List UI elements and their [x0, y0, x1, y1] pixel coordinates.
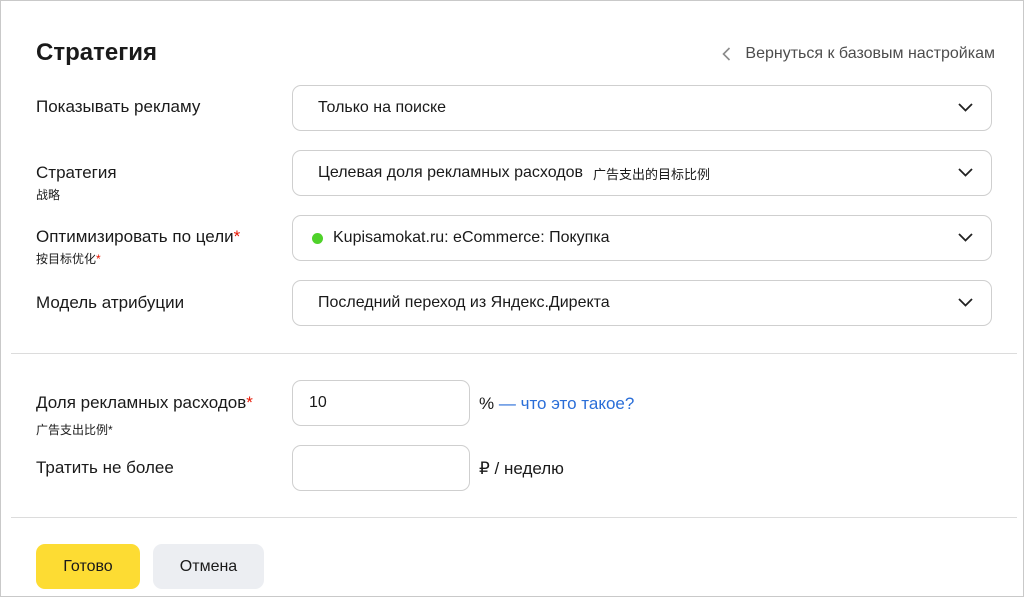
chevron-down-icon	[958, 229, 973, 247]
strategy-sublabel: 战略	[36, 188, 61, 202]
goal-label: Оптимизировать по цели* 按目标优化*	[36, 227, 241, 266]
goal-status-dot	[312, 232, 323, 244]
back-link-label: Вернуться к базовым настройкам	[745, 45, 995, 62]
chevron-down-icon	[958, 294, 973, 312]
attribution-select[interactable]: Последний переход из Яндекс.Директа	[292, 280, 992, 326]
section-divider	[11, 353, 1017, 354]
spend-limit-label: Тратить не более	[36, 458, 174, 477]
what-is-this-link[interactable]: — что это такое?	[499, 394, 634, 413]
show-ads-value: Только на поиске	[318, 99, 447, 116]
chevron-down-icon	[958, 164, 973, 182]
spend-limit-input[interactable]	[292, 445, 470, 491]
chevron-left-icon	[722, 47, 731, 61]
goal-select[interactable]: Kupisamokat.ru: eCommerce: Покупка	[292, 215, 992, 261]
strategy-value: Целевая доля рекламных расходов	[318, 164, 583, 181]
ad-spend-share-sublabel: 广告支出比例*	[36, 423, 113, 437]
attribution-label: Модель атрибуции	[36, 293, 185, 312]
show-ads-select[interactable]: Только на поиске	[292, 85, 992, 131]
cancel-button[interactable]: Отмена	[153, 544, 264, 589]
strategy-value-note: 广告支出的目标比例	[592, 166, 710, 182]
goal-value: Kupisamokat.ru: eCommerce: Покупка	[333, 229, 610, 246]
ad-spend-share-unit: % — что это такое?	[479, 394, 635, 413]
page-title: Стратегия	[36, 39, 157, 66]
attribution-value: Последний переход из Яндекс.Директа	[318, 294, 610, 311]
spend-limit-unit: ₽ / неделю	[479, 459, 564, 478]
back-to-basic-settings-link[interactable]: Вернуться к базовым настройкам	[722, 45, 995, 63]
strategy-panel: Стратегия Вернуться к базовым настройкам…	[0, 0, 1024, 597]
footer-divider	[11, 517, 1017, 518]
strategy-label: Стратегия 战略	[36, 163, 117, 202]
show-ads-label: Показывать рекламу	[36, 97, 201, 116]
ad-spend-share-label: Доля рекламных расходов* 广告支出比例*	[36, 393, 253, 437]
chevron-down-icon	[958, 99, 973, 117]
ad-spend-share-input[interactable]	[292, 380, 470, 426]
goal-sublabel: 按目标优化*	[36, 252, 101, 266]
done-button[interactable]: Готово	[36, 544, 140, 589]
strategy-select[interactable]: Целевая доля рекламных расходов 广告支出的目标比…	[292, 150, 992, 196]
